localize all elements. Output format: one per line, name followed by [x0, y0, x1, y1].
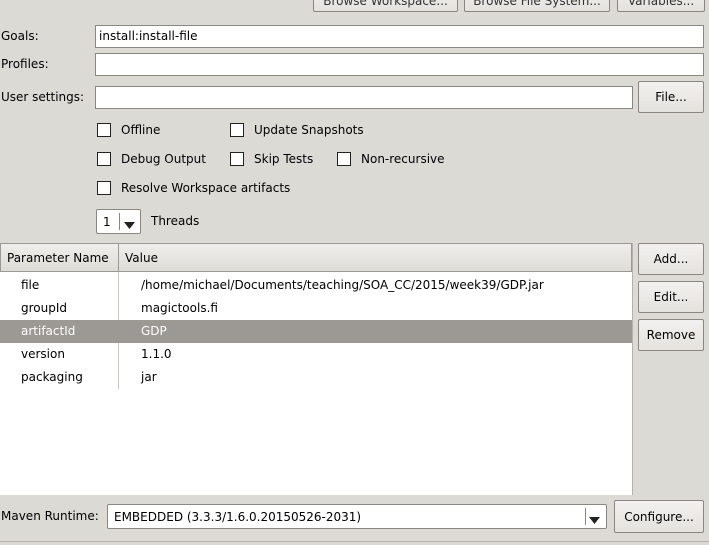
- browse-workspace-label: Browse Workspace...: [323, 0, 448, 8]
- maven-runtime-label-text: Maven Runtime:: [1, 509, 99, 523]
- user-settings-label: User settings:: [1, 90, 84, 104]
- column-header-parameter-name-text: Parameter Name: [7, 250, 109, 265]
- maven-runtime-select[interactable]: EMBEDDED (3.3.3/1.6.0.20150526-2031): [107, 504, 607, 529]
- threads-select[interactable]: 1: [96, 209, 141, 234]
- goals-input[interactable]: install:install-file: [95, 25, 704, 48]
- table-row[interactable]: file /home/michael/Documents/teaching/SO…: [0, 274, 632, 297]
- column-header-value-text: Value: [125, 250, 158, 265]
- user-settings-file-button[interactable]: File...: [638, 81, 704, 113]
- debug-output-label: Debug Output: [121, 152, 206, 166]
- skip-tests-label: Skip Tests: [254, 152, 313, 166]
- non-recursive-label: Non-recursive: [361, 152, 445, 166]
- column-divider: [118, 272, 119, 320]
- add-button-label: Add...: [653, 252, 689, 266]
- param-name-cell: artifactId: [21, 324, 76, 338]
- param-value-cell: /home/michael/Documents/teaching/SOA_CC/…: [141, 278, 544, 292]
- param-name-cell: file: [21, 278, 40, 292]
- column-header-value[interactable]: Value: [119, 243, 632, 272]
- skip-tests-checkbox[interactable]: [230, 152, 244, 166]
- profiles-label: Profiles:: [1, 57, 49, 71]
- add-parameter-button[interactable]: Add...: [638, 243, 704, 275]
- offline-label: Offline: [121, 123, 160, 137]
- resolve-workspace-checkbox[interactable]: [97, 181, 111, 195]
- column-divider: [118, 343, 119, 389]
- column-header-parameter-name[interactable]: Parameter Name: [0, 243, 119, 272]
- browse-file-system-button[interactable]: Browse File System...: [464, 0, 610, 12]
- remove-parameter-button[interactable]: Remove: [638, 319, 704, 351]
- goals-label-text: Goals:: [1, 29, 39, 43]
- configure-button[interactable]: Configure...: [614, 500, 704, 533]
- update-snapshots-label: Update Snapshots: [254, 123, 364, 137]
- debug-output-checkbox[interactable]: [97, 152, 111, 166]
- edit-parameter-button[interactable]: Edit...: [638, 281, 704, 313]
- threads-divider: [119, 213, 120, 230]
- table-row[interactable]: groupId magictools.fi: [0, 297, 632, 320]
- goals-value: install:install-file: [99, 29, 198, 43]
- skip-tests-label-text: Skip Tests: [254, 152, 314, 166]
- browse-file-system-label: Browse File System...: [473, 0, 601, 8]
- user-settings-label-text: User settings:: [1, 90, 85, 104]
- user-settings-input[interactable]: [95, 86, 633, 109]
- parameters-table[interactable]: Parameter Name Value file /home/michael/…: [0, 243, 633, 495]
- resolve-workspace-label-text: Resolve Workspace artifacts: [121, 181, 291, 195]
- param-value-cell: GDP: [141, 324, 167, 338]
- resolve-workspace-label: Resolve Workspace artifacts: [121, 181, 290, 195]
- file-button-label: File...: [655, 90, 687, 104]
- debug-output-label-text: Debug Output: [121, 152, 206, 166]
- param-name-cell: groupId: [21, 301, 68, 315]
- param-name-cell: packaging: [21, 370, 83, 384]
- param-value-cell: 1.1.0: [141, 347, 172, 361]
- param-name-cell: version: [21, 347, 65, 361]
- profiles-input[interactable]: [95, 53, 704, 76]
- bottom-separator: [0, 541, 709, 542]
- param-value-cell: magictools.fi: [141, 301, 218, 315]
- table-row[interactable]: version 1.1.0: [0, 343, 632, 366]
- update-snapshots-checkbox[interactable]: [230, 123, 244, 137]
- table-row[interactable]: packaging jar: [0, 366, 632, 389]
- param-value-cell: jar: [141, 370, 157, 384]
- edit-button-label: Edit...: [653, 290, 689, 304]
- update-snapshots-label-text: Update Snapshots: [254, 123, 364, 137]
- threads-value: 1: [103, 214, 111, 229]
- browse-workspace-button[interactable]: Browse Workspace...: [313, 0, 458, 12]
- chevron-down-icon: [589, 513, 600, 527]
- offline-label-text: Offline: [121, 123, 161, 137]
- non-recursive-label-text: Non-recursive: [361, 152, 445, 166]
- chevron-down-icon: [124, 218, 135, 232]
- variables-label: Variables...: [627, 0, 695, 8]
- non-recursive-checkbox[interactable]: [337, 152, 351, 166]
- variables-button[interactable]: Variables...: [617, 0, 705, 12]
- profiles-label-text: Profiles:: [1, 57, 49, 71]
- table-row-selected[interactable]: artifactId GDP: [0, 320, 632, 343]
- threads-label: Threads: [151, 214, 199, 228]
- configure-button-label: Configure...: [624, 509, 694, 524]
- offline-checkbox[interactable]: [97, 123, 111, 137]
- goals-label: Goals:: [1, 29, 39, 43]
- maven-runtime-value: EMBEDDED (3.3.3/1.6.0.20150526-2031): [114, 509, 362, 524]
- threads-label-text: Threads: [151, 214, 200, 228]
- remove-button-label: Remove: [646, 328, 696, 342]
- maven-runtime-label: Maven Runtime:: [1, 509, 99, 523]
- maven-runtime-divider: [585, 508, 586, 525]
